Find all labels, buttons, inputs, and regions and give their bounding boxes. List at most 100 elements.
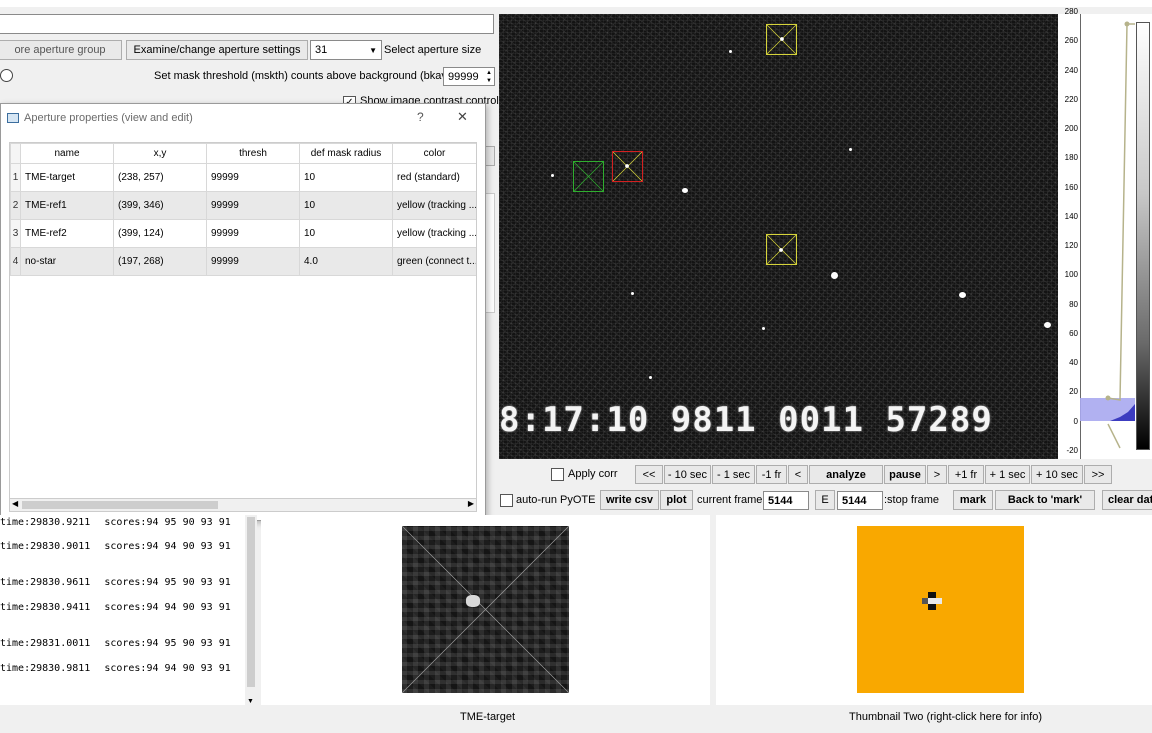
column-header[interactable]: thresh (206, 143, 300, 164)
log-line: time:29830.9011 scores:94 94 90 93 91 (0, 541, 231, 552)
cell-xy[interactable]: (399, 124) (113, 219, 207, 248)
cell-color[interactable]: green (connect t... (392, 247, 476, 276)
pause-button[interactable]: pause (884, 465, 926, 484)
clear-data-button[interactable]: clear dat (1102, 490, 1152, 510)
store-aperture-group-button[interactable]: ore aperture group (0, 40, 122, 60)
nav-plus-10-sec-button[interactable]: + 10 sec (1031, 465, 1083, 484)
nav-minus-10-sec-button[interactable]: - 10 sec (664, 465, 711, 484)
scroll-down-icon[interactable]: ▼ (247, 698, 254, 705)
cell-color[interactable]: yellow (tracking ... (392, 191, 476, 220)
table-header: name x,y thresh def mask radius color (10, 143, 476, 164)
log-scores: scores:94 95 90 93 91 (104, 577, 231, 588)
row-number[interactable]: 2 (10, 191, 21, 220)
star (682, 188, 688, 193)
log-time: time:29830.9411 (0, 602, 91, 613)
cell-xy[interactable]: (238, 257) (113, 163, 207, 192)
table-row[interactable]: 1 TME-target (238, 257) 99999 10 red (standar… (10, 163, 476, 192)
log-line: time:29831.0011 scores:94 95 90 93 91 (0, 638, 231, 649)
scrollbar-thumb[interactable] (22, 501, 218, 509)
cell-thresh[interactable]: 99999 (206, 247, 300, 276)
cell-thresh[interactable]: 99999 (206, 219, 300, 248)
horizontal-scrollbar[interactable]: ◀ ▶ (9, 498, 477, 512)
table-row[interactable]: 3 TME-ref2 (399, 124) 99999 10 yellow (tracki… (10, 219, 476, 248)
cell-color[interactable]: yellow (tracking ... (392, 219, 476, 248)
y-tick-label: 0 (1073, 416, 1078, 426)
table-row[interactable]: 4 no-star (197, 268) 99999 4.0 green (connect… (10, 247, 476, 276)
close-icon[interactable]: ✕ (457, 109, 468, 125)
aperture-properties-dialog[interactable]: Aperture properties (view and edit) ? ✕ … (0, 103, 486, 521)
examine-aperture-settings-button[interactable]: Examine/change aperture settings (126, 40, 308, 60)
log-time: time:29831.0011 (0, 638, 91, 649)
current-frame-input[interactable]: 5144 (763, 491, 809, 510)
table-row[interactable]: 2 TME-ref1 (399, 346) 99999 10 yellow (tracki… (10, 191, 476, 220)
row-number[interactable]: 3 (10, 219, 21, 248)
column-header[interactable]: color (392, 143, 476, 164)
cell-name[interactable]: TME-ref1 (20, 191, 114, 220)
star (762, 327, 765, 330)
nav-plus-1-frame-button[interactable]: +1 fr (948, 465, 984, 484)
cell-xy[interactable]: (399, 346) (113, 191, 207, 220)
aperture-table: name x,y thresh def mask radius color 1 TME-t… (10, 143, 476, 276)
cell-color[interactable]: red (standard) (392, 163, 476, 192)
scroll-right-icon[interactable]: ▶ (468, 499, 474, 508)
mask-threshold-value: 99999 (448, 70, 479, 83)
apply-corr-checkbox[interactable] (551, 468, 564, 481)
row-number[interactable]: 4 (10, 247, 21, 276)
log-scores: scores:94 94 90 93 91 (104, 602, 231, 613)
column-header[interactable]: def mask radius (299, 143, 393, 164)
aperture-tme-ref1[interactable] (766, 234, 797, 265)
log-line: time:29830.9411 scores:94 94 90 93 91 (0, 602, 231, 613)
nav-plus-1-sec-button[interactable]: + 1 sec (985, 465, 1030, 484)
aperture-tme-ref2[interactable] (766, 24, 797, 55)
thumbnail-two-label[interactable]: Thumbnail Two (right-click here for info… (849, 709, 1042, 725)
auto-run-pyote-checkbox[interactable] (500, 494, 513, 507)
file-path-field[interactable] (0, 14, 494, 34)
mask-threshold-label: Set mask threshold (mskth) counts above … (154, 70, 457, 82)
cell-radius[interactable]: 10 (299, 191, 393, 220)
cell-name[interactable]: no-star (20, 247, 114, 276)
aperture-tme-target[interactable] (612, 151, 643, 182)
analyze-button[interactable]: analyze (809, 465, 883, 484)
nav-back-fast-button[interactable]: << (635, 465, 663, 484)
thumbnail-one-image[interactable] (402, 526, 569, 693)
scroll-left-icon[interactable]: ◀ (12, 499, 18, 508)
row-number[interactable]: 1 (10, 163, 21, 192)
aperture-no-star[interactable] (573, 161, 604, 192)
cell-name[interactable]: TME-ref2 (20, 219, 114, 248)
radio-button[interactable] (0, 69, 13, 82)
y-tick-label: 180 (1064, 153, 1078, 163)
back-to-mark-button[interactable]: Back to 'mark' (995, 490, 1095, 510)
log-vertical-scrollbar[interactable]: ▼ (245, 515, 257, 705)
thumbnail-two-image[interactable] (857, 526, 1024, 693)
help-button[interactable]: ? (417, 110, 424, 124)
e-button[interactable]: E (815, 490, 835, 510)
nav-forward-button[interactable]: > (927, 465, 947, 484)
cell-thresh[interactable]: 99999 (206, 163, 300, 192)
nav-minus-1-sec-button[interactable]: - 1 sec (712, 465, 755, 484)
scrollbar-thumb[interactable] (247, 517, 255, 687)
dialog-title-bar[interactable]: Aperture properties (view and edit) (1, 104, 485, 132)
aperture-size-value: 31 (315, 44, 328, 56)
nav-forward-fast-button[interactable]: >> (1084, 465, 1112, 484)
stop-frame-input[interactable]: 5144 (837, 491, 883, 510)
nav-minus-1-frame-button[interactable]: -1 fr (756, 465, 787, 484)
aperture-size-select[interactable]: 31 ▼ (310, 40, 382, 60)
column-header[interactable]: name (20, 143, 114, 164)
column-header[interactable]: x,y (113, 143, 207, 164)
nav-back-button[interactable]: < (788, 465, 808, 484)
mask-threshold-spinbox[interactable]: 99999 ▲ ▼ (443, 67, 495, 86)
log-output[interactable]: time:29830.9211 scores:94 95 90 93 91 time… (0, 515, 245, 705)
mark-button[interactable]: mark (953, 490, 993, 510)
write-csv-button[interactable]: write csv (600, 490, 659, 510)
cell-xy[interactable]: (197, 268) (113, 247, 207, 276)
main-image[interactable]: 8:17:10 9811 0011 57289 (499, 14, 1058, 459)
plot-button[interactable]: plot (660, 490, 693, 510)
cell-thresh[interactable]: 99999 (206, 191, 300, 220)
window-icon (7, 113, 19, 123)
cell-radius[interactable]: 4.0 (299, 247, 393, 276)
cell-radius[interactable]: 10 (299, 219, 393, 248)
y-tick-label: 120 (1064, 241, 1078, 251)
y-tick-label: 40 (1069, 358, 1078, 368)
cell-name[interactable]: TME-target (20, 163, 114, 192)
cell-radius[interactable]: 10 (299, 163, 393, 192)
